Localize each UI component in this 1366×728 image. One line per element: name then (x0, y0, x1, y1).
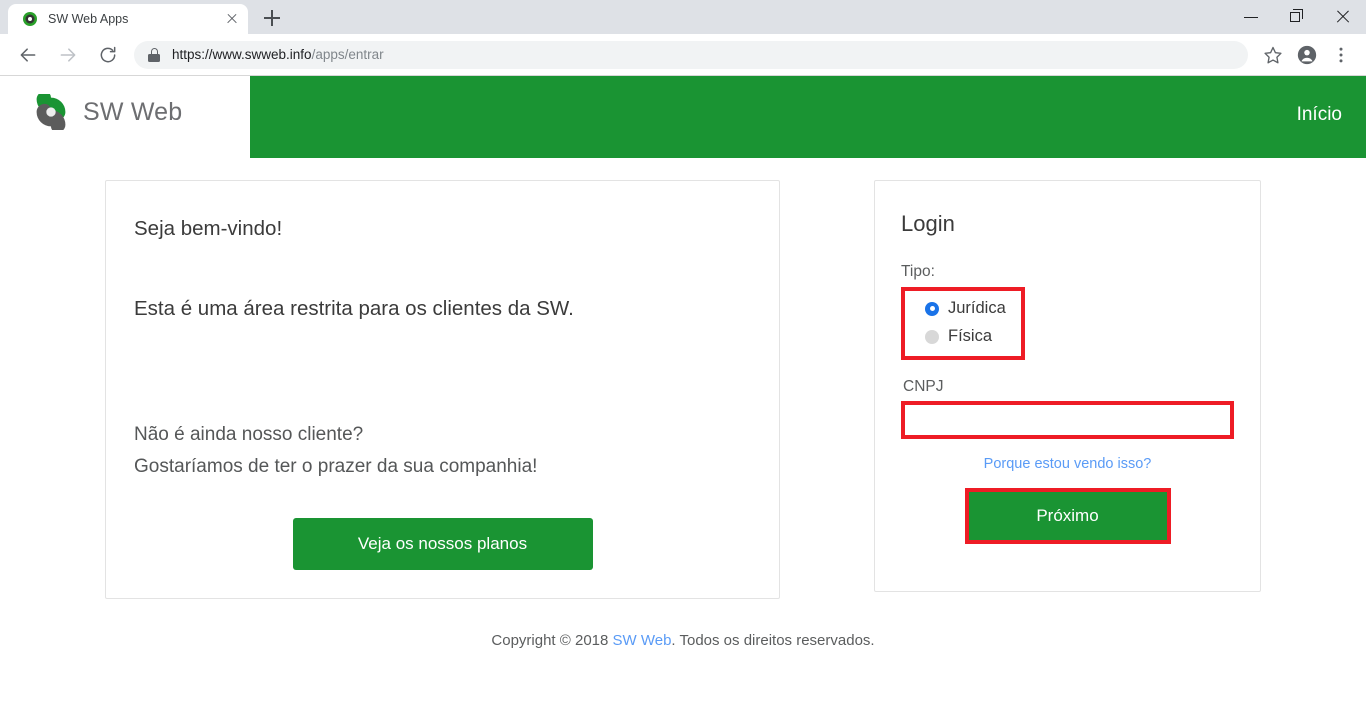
cnpj-label: CNPJ (903, 378, 944, 395)
page-footer: Copyright © 2018 SW Web. Todos os direit… (0, 632, 1366, 649)
account-avatar-icon[interactable] (1292, 40, 1322, 70)
window-restore-button[interactable] (1274, 0, 1320, 34)
page-content: SW Web Início Seja bem-vindo! Esta é uma… (0, 76, 1366, 728)
brand-name: SW Web (83, 97, 183, 126)
welcome-card: Seja bem-vindo! Esta é uma área restrita… (105, 180, 780, 599)
radio-option-juridica-label: Jurídica (948, 299, 1006, 317)
header-green-bar (250, 76, 1366, 158)
nav-item-inicio[interactable]: Início (1297, 104, 1342, 126)
back-button[interactable] (11, 38, 45, 72)
welcome-heading: Seja bem-vindo! (134, 217, 283, 240)
url-origin: https://www.swweb.info (172, 47, 312, 62)
footer-brand-link[interactable]: SW Web (613, 632, 672, 649)
window-close-button[interactable] (1320, 0, 1366, 34)
address-bar[interactable]: https://www.swweb.info/apps/entrar (134, 40, 1248, 69)
tab-strip: SW Web Apps (0, 0, 1366, 34)
url-text: https://www.swweb.info/apps/entrar (172, 47, 384, 62)
footer-prefix: Copyright © 2018 (491, 632, 613, 649)
radio-unselected-icon (925, 329, 939, 344)
type-label: Tipo: (901, 263, 935, 280)
welcome-subheading: Esta é uma área restrita para os cliente… (134, 297, 574, 320)
tab-title: SW Web Apps (48, 12, 129, 26)
browser-window: SW Web Apps https://www.swweb.info/apps/… (0, 0, 1366, 728)
window-controls (1228, 0, 1366, 34)
window-minimize-button[interactable] (1228, 0, 1274, 34)
next-button-highlight: Próximo (964, 488, 1171, 544)
url-path: /apps/entrar (311, 47, 384, 62)
radio-option-fisica-label: Física (948, 327, 993, 345)
cnpj-input-highlight (901, 401, 1234, 439)
browser-tab[interactable]: SW Web Apps (8, 4, 248, 34)
reload-button[interactable] (91, 38, 125, 72)
prospect-question: Não é ainda nosso cliente? (134, 424, 364, 445)
prospect-invite: Gostaríamos de ter o prazer da sua compa… (134, 456, 538, 477)
why-am-i-seeing-this-link[interactable]: Porque estou vendo isso? (901, 456, 1234, 472)
browser-toolbar: https://www.swweb.info/apps/entrar (0, 34, 1366, 76)
bookmark-star-icon[interactable] (1258, 40, 1288, 70)
swweb-logo-icon (33, 91, 69, 133)
radio-selected-icon (925, 301, 939, 316)
login-card: Login Tipo: Jurídica Física CNPJ Porque … (874, 180, 1261, 592)
site-header: SW Web Início (0, 76, 1366, 158)
cnpj-input[interactable] (905, 405, 1230, 435)
forward-button[interactable] (51, 38, 85, 72)
footer-suffix: . Todos os direitos reservados. (671, 632, 875, 649)
view-plans-button[interactable]: Veja os nossos planos (292, 518, 593, 570)
new-tab-button[interactable] (258, 4, 286, 32)
tab-close-icon[interactable] (224, 11, 240, 27)
browser-menu-icon[interactable] (1326, 40, 1356, 70)
radio-option-juridica[interactable]: Jurídica (925, 296, 1013, 321)
tab-favicon-icon (22, 11, 38, 27)
site-brand[interactable]: SW Web (33, 91, 183, 133)
main-content: Seja bem-vindo! Esta é uma área restrita… (0, 158, 1366, 599)
radio-option-fisica[interactable]: Física (925, 324, 1013, 349)
type-radio-group: Jurídica Física (901, 287, 1025, 360)
lock-icon (148, 47, 160, 62)
next-button[interactable]: Próximo (968, 492, 1167, 540)
login-title: Login (901, 211, 955, 236)
